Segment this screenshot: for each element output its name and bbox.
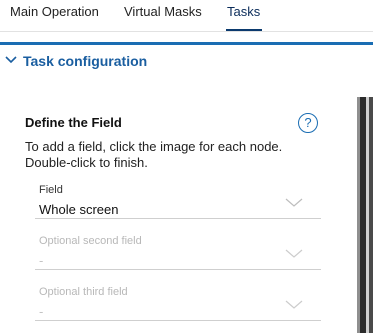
instruction-line-1: To add a field, click the image for each…	[25, 139, 283, 154]
accent-bar	[0, 42, 373, 45]
chevron-down-icon	[285, 249, 303, 258]
optional-second-field-label: Optional second field	[39, 235, 142, 247]
chevron-down-icon	[285, 300, 303, 309]
optional-second-field-dropdown[interactable]: Optional second field -	[35, 235, 321, 273]
instruction-line-2: Double-click to finish.	[25, 155, 148, 170]
optional-third-field-value: -	[39, 304, 44, 319]
help-icon[interactable]: ?	[298, 113, 318, 133]
task-configuration-header[interactable]: Task configuration	[0, 48, 373, 76]
tab-bar: Main Operation Virtual Masks Tasks	[0, 0, 373, 34]
field-label: Field	[39, 184, 63, 196]
optional-third-field-underline	[35, 320, 321, 321]
chevron-down-icon	[285, 198, 303, 207]
camera-preview-image[interactable]	[357, 97, 373, 333]
tab-bar-divider	[0, 31, 373, 32]
field-underline	[35, 218, 321, 219]
tab-virtual-masks[interactable]: Virtual Masks	[124, 4, 202, 28]
tab-main-operation[interactable]: Main Operation	[10, 4, 99, 28]
chevron-down-icon	[5, 56, 17, 64]
optional-third-field-label: Optional third field	[39, 286, 128, 298]
field-value: Whole screen	[39, 202, 119, 217]
section-title: Task configuration	[23, 53, 148, 69]
field-dropdown[interactable]: Field Whole screen	[35, 184, 321, 222]
tab-tasks[interactable]: Tasks	[227, 4, 260, 28]
optional-third-field-dropdown[interactable]: Optional third field -	[35, 286, 321, 324]
optional-second-field-value: -	[39, 253, 44, 268]
optional-second-field-underline	[35, 269, 321, 270]
define-field-instructions: To add a field, click the image for each…	[25, 139, 305, 171]
define-field-title: Define the Field	[25, 115, 122, 130]
